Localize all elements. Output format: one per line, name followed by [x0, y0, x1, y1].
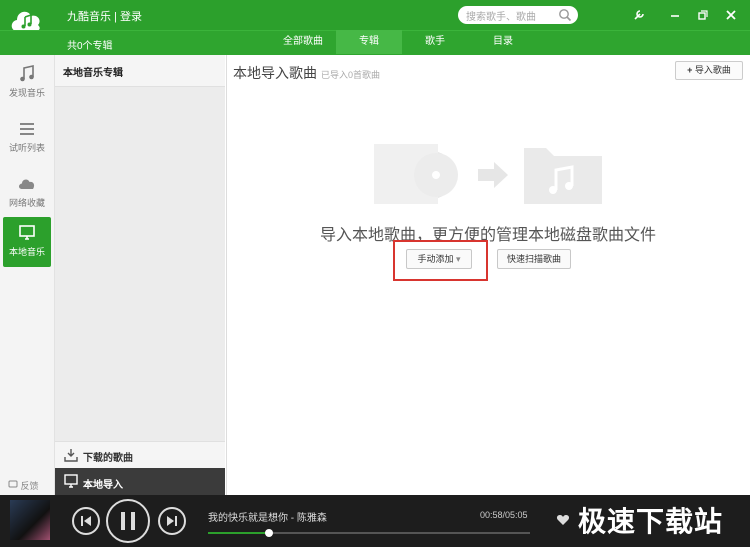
- page-title: 本地导入歌曲: [233, 65, 317, 81]
- manual-add-label: 手动添加: [417, 254, 454, 264]
- watermark: 极速下载站: [578, 506, 724, 537]
- search-icon[interactable]: [558, 8, 572, 22]
- tab-singer[interactable]: 歌手: [404, 30, 466, 54]
- rail-label: 试听列表: [8, 143, 45, 153]
- pause-button[interactable]: [106, 499, 150, 543]
- brand-separator: |: [114, 11, 117, 23]
- next-button[interactable]: [158, 507, 186, 535]
- brand-name: 九酷音乐: [67, 11, 111, 23]
- local-import-label: 本地导入: [83, 480, 123, 491]
- list-icon: [20, 123, 34, 135]
- downloaded-songs-item[interactable]: 下载的歌曲: [55, 441, 225, 469]
- cloud-icon: [19, 179, 35, 189]
- empty-state-message: 导入本地歌曲，更方便的管理本地磁盘歌曲文件: [319, 227, 656, 244]
- manual-add-button[interactable]: 手动添加 ▾: [406, 249, 472, 269]
- chat-icon: [8, 480, 18, 488]
- rail-label: 网络收藏: [8, 198, 45, 208]
- main-panel: [226, 55, 750, 495]
- album-header-label: 本地音乐专辑: [63, 68, 123, 79]
- music-folder-icon: [524, 148, 602, 204]
- music-note-icon: [20, 65, 34, 82]
- rail-label: 本地音乐: [8, 247, 45, 257]
- playback-time: 00:58/05:05: [480, 510, 528, 520]
- album-list-header: 本地音乐专辑: [55, 55, 225, 87]
- song-count-subtitle: 已导入0首歌曲: [321, 70, 381, 80]
- import-songs-label: 导入歌曲: [694, 65, 731, 75]
- cd-icon: [374, 144, 458, 204]
- tab-album[interactable]: 专辑: [336, 30, 402, 54]
- album-cover[interactable]: [10, 500, 50, 540]
- quick-scan-button[interactable]: 快速扫描歌曲: [497, 249, 571, 269]
- progress-fill: [208, 532, 270, 534]
- downloaded-songs-label: 下载的歌曲: [83, 453, 133, 464]
- now-playing-title: 我的快乐就是想你 - 陈雅森: [208, 513, 327, 524]
- restore-icon[interactable]: [696, 8, 710, 22]
- tab-catalog[interactable]: 目录: [472, 30, 534, 54]
- login-link[interactable]: 登录: [120, 11, 142, 23]
- rail-item-playlist[interactable]: 试听列表: [3, 113, 51, 163]
- rail-label: 发现音乐: [8, 88, 45, 98]
- monitor-icon: [19, 225, 35, 240]
- feedback-link[interactable]: 反馈: [8, 479, 39, 492]
- heart-icon[interactable]: [556, 513, 570, 527]
- monitor-icon: [64, 474, 78, 488]
- import-songs-button[interactable]: + 导入歌曲: [675, 61, 743, 80]
- album-list-panel: [55, 55, 225, 495]
- download-icon: [64, 449, 78, 462]
- album-count: 共0个专辑: [67, 41, 113, 52]
- tab-all-songs[interactable]: 全部歌曲: [272, 30, 334, 54]
- settings-wrench-icon[interactable]: [632, 8, 646, 22]
- minimize-icon[interactable]: [668, 8, 682, 22]
- plus-icon: +: [687, 65, 693, 75]
- previous-button[interactable]: [72, 507, 100, 535]
- rail-item-discover[interactable]: 发现音乐: [3, 58, 51, 108]
- rail-item-local-music[interactable]: 本地音乐: [3, 217, 51, 267]
- arrow-right-icon: [478, 162, 508, 188]
- close-icon[interactable]: [724, 8, 738, 22]
- local-import-item[interactable]: 本地导入: [55, 468, 225, 495]
- progress-bar[interactable]: [208, 529, 530, 537]
- rail-item-collection[interactable]: 网络收藏: [3, 168, 51, 218]
- search-placeholder: 搜索歌手、歌曲: [466, 12, 536, 23]
- search-input[interactable]: 搜索歌手、歌曲: [458, 6, 578, 24]
- chevron-down-icon: ▾: [456, 254, 461, 264]
- brand-login: 九酷音乐 | 登录: [67, 8, 142, 24]
- empty-state-illustration: [374, 144, 602, 204]
- feedback-label: 反馈: [20, 481, 39, 491]
